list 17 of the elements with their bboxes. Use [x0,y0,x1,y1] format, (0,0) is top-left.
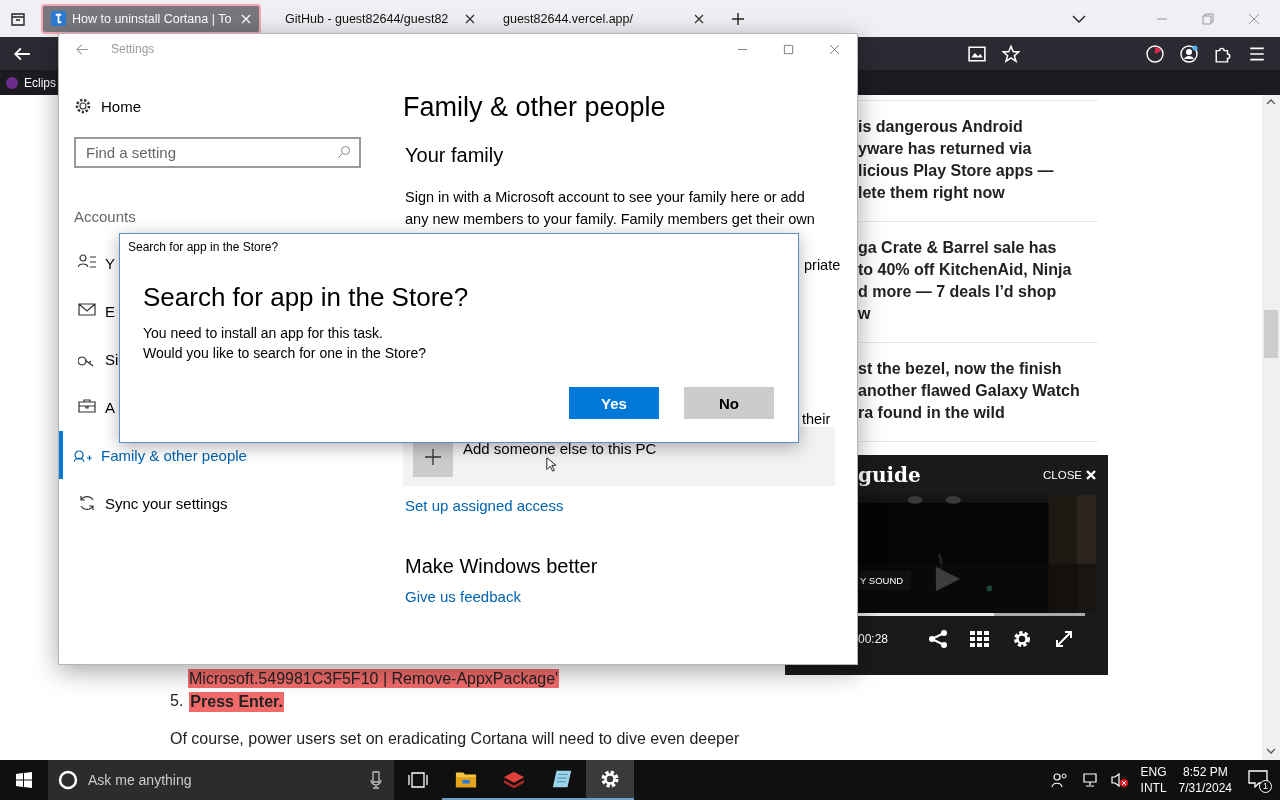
dialog-message: You need to install an app for this task. Would you like to search for one in the Store? [143,324,427,363]
description-fragment: priate [804,257,841,273]
video-logo: guide [858,463,921,487]
dialog-heading: Search for app in the Store? [143,282,469,313]
section-heading: Accounts [73,208,137,225]
description-fragment: their [802,411,831,427]
section-heading: Your family [405,144,505,167]
section-heading: Make Windows better [405,555,599,578]
step-number: 5. [170,692,184,711]
article-paragraph: Of course, power users set on eradicating Cortana will need to dive even deeper [170,730,741,748]
window-title: Settings [111,42,155,56]
family-description: Sign in with a Microsoft account to see your family here or add any new members to your family. Family members get their own [405,188,816,229]
dialog-title: Search for app in the Store? [128,240,279,254]
code-text: Microsoft.549981C3F5F10 | Remove-AppxPackage' [188,669,560,688]
step-text: Press Enter. [189,692,284,712]
page-heading: Family & other people [403,92,667,123]
video-time: 00:28 [858,631,889,646]
